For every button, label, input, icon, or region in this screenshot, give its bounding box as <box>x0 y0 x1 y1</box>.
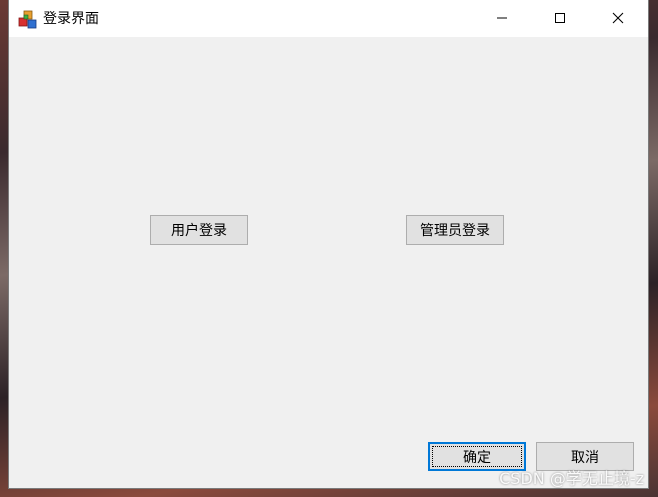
minimize-icon <box>496 9 508 28</box>
minimize-button[interactable] <box>473 0 531 37</box>
app-cubes-icon <box>18 10 38 30</box>
maximize-icon <box>554 9 566 28</box>
login-window: 登录界面 用户登录 管理员登录 确定 取消 <box>9 0 648 488</box>
close-button[interactable] <box>589 0 647 37</box>
title-bar[interactable]: 登录界面 <box>9 0 648 37</box>
window-title: 登录界面 <box>43 11 99 27</box>
maximize-button[interactable] <box>531 0 589 37</box>
admin-login-button[interactable]: 管理员登录 <box>406 215 504 245</box>
user-login-button[interactable]: 用户登录 <box>150 215 248 245</box>
csdn-watermark: CSDN @学无止境-z <box>499 469 644 488</box>
close-icon <box>612 9 624 28</box>
